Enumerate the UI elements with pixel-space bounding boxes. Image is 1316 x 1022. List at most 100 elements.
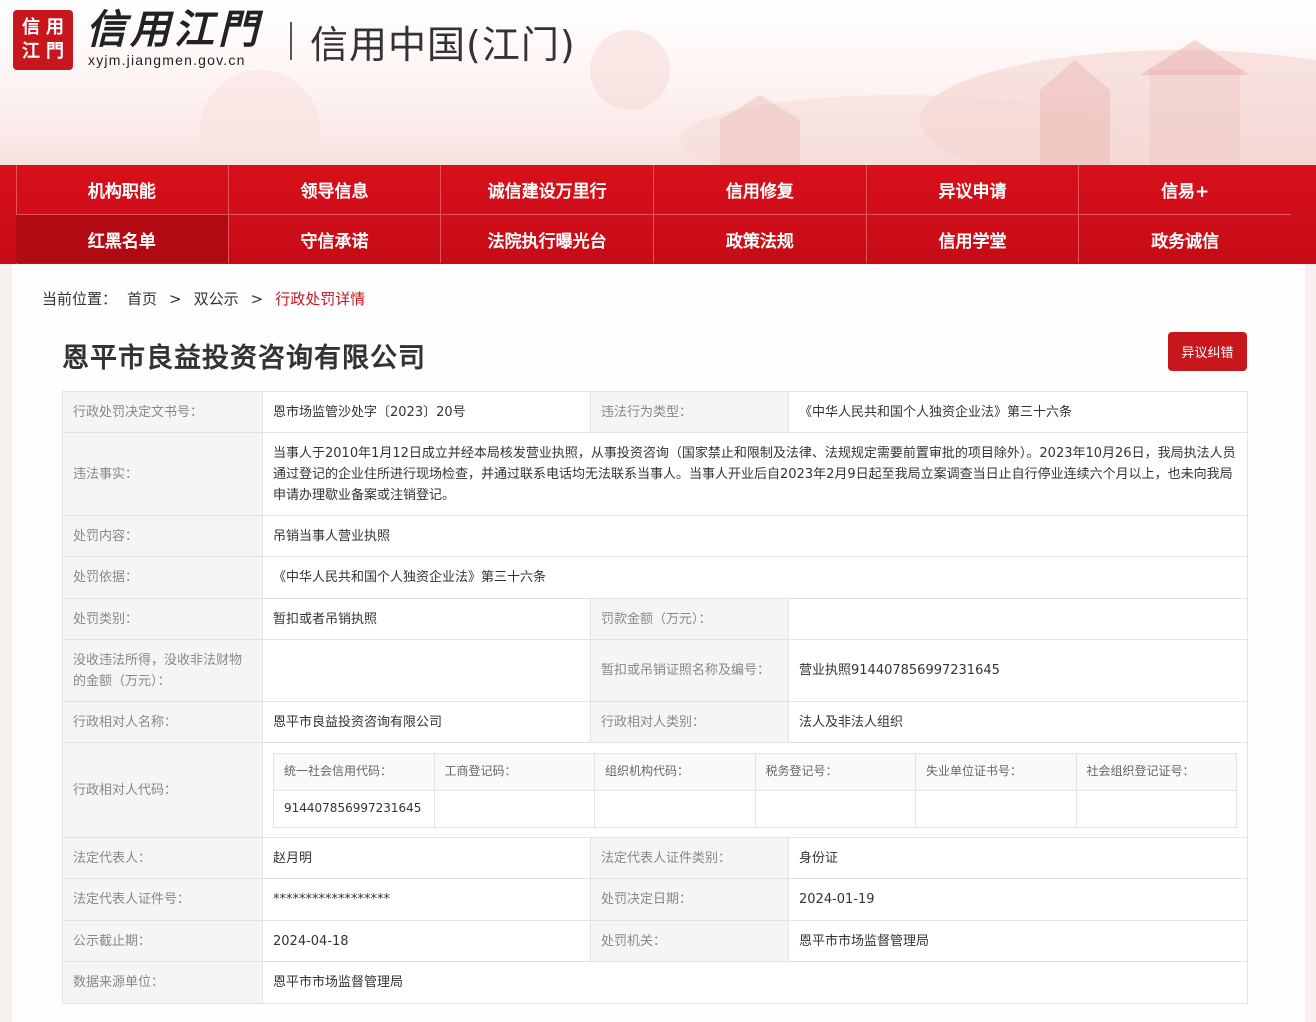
table-row: 处罚类别： 暂扣或者吊销执照 罚款金额（万元）：	[62, 598, 1248, 640]
nav-item-leadership[interactable]: 领导信息	[229, 165, 442, 214]
header-divider	[290, 22, 292, 60]
confiscation-label: 没收违法所得，没收非法财物的金额（万元）：	[62, 639, 263, 702]
basis-label: 处罚依据：	[62, 556, 263, 599]
license-label: 暂扣或吊销证照名称及编号：	[590, 639, 789, 702]
codes-value-row: 914407856997231645	[273, 789, 1237, 828]
legal-rep-id-no-label: 法定代表人证件号：	[62, 878, 263, 921]
nav-item-organization[interactable]: 机构职能	[16, 165, 229, 214]
decision-date-value: 2024-01-19	[788, 878, 1248, 921]
decision-no-value: 恩市场监管沙处字〔2023〕20号	[262, 391, 591, 433]
legal-rep-id-type-value: 身份证	[788, 837, 1248, 879]
content-value: 吊销当事人营业执照	[262, 515, 1248, 557]
logo-domain: xyjm.jiangmen.gov.cn	[88, 52, 246, 68]
facts-label: 违法事实：	[62, 432, 263, 516]
content-label: 处罚内容：	[62, 515, 263, 557]
nav-item-government-integrity[interactable]: 政务诚信	[1079, 215, 1291, 263]
nav-item-credit-repair[interactable]: 信用修复	[654, 165, 867, 214]
code-value	[594, 789, 756, 828]
breadcrumb: 当前位置： 首页 > 双公示 > 行政处罚详情	[42, 288, 365, 309]
legal-rep-value: 赵月明	[262, 837, 591, 879]
breadcrumb-separator: >	[169, 289, 182, 308]
category-label: 处罚类别：	[62, 598, 263, 640]
legal-rep-label: 法定代表人：	[62, 837, 263, 879]
logo-seal-char: 信	[22, 17, 40, 38]
logo-seal-char: 江	[22, 41, 40, 62]
code-header: 组织机构代码：	[594, 752, 756, 791]
fine-value	[788, 598, 1248, 640]
nav-item-objection[interactable]: 异议申请	[867, 165, 1080, 214]
table-row: 行政相对人代码： 统一社会信用代码： 工商登记码： 组织机构代码： 税务登记号：…	[62, 742, 1248, 838]
table-row: 处罚依据： 《中华人民共和国个人独资企业法》第三十六条	[62, 556, 1248, 599]
code-header: 税务登记号：	[754, 752, 916, 791]
fine-label: 罚款金额（万元）：	[590, 598, 789, 640]
breadcrumb-home-link[interactable]: 首页	[127, 288, 157, 309]
nav-row-2: 红黑名单 守信承诺 法院执行曝光台 政策法规 信用学堂 政务诚信	[16, 214, 1291, 263]
code-value	[915, 789, 1077, 828]
logo-name[interactable]: 信用江門	[86, 6, 262, 54]
logo-seal-char: 用	[46, 17, 64, 38]
table-row: 没收违法所得，没收非法财物的金额（万元）： 暂扣或吊销证照名称及编号： 营业执照…	[62, 639, 1248, 702]
party-name-label: 行政相对人名称：	[62, 701, 263, 743]
facts-value: 当事人于2010年1月12日成立并经本局核发营业执照，从事投资咨询（国家禁止和限…	[262, 432, 1248, 516]
table-row: 数据来源单位： 恩平市市场监督管理局	[62, 961, 1248, 1004]
source-label: 数据来源单位：	[62, 961, 263, 1004]
decision-date-label: 处罚决定日期：	[590, 878, 789, 921]
source-value: 恩平市市场监督管理局	[262, 961, 1248, 1004]
party-code-cell: 统一社会信用代码： 工商登记码： 组织机构代码： 税务登记号： 失业单位证书号：…	[262, 742, 1248, 838]
logo-seal-char: 門	[46, 41, 64, 62]
code-header: 失业单位证书号：	[915, 752, 1077, 791]
codes-header-row: 统一社会信用代码： 工商登记码： 组织机构代码： 税务登记号： 失业单位证书号：…	[273, 752, 1237, 791]
code-header: 统一社会信用代码：	[273, 752, 435, 791]
table-row: 违法事实： 当事人于2010年1月12日成立并经本局核发营业执照，从事投资咨询（…	[62, 432, 1248, 516]
publish-end-value: 2024-04-18	[262, 920, 591, 962]
code-value	[1075, 789, 1237, 828]
table-row: 法定代表人证件号： ****************** 处罚决定日期： 202…	[62, 878, 1248, 921]
table-row: 行政处罚决定文书号： 恩市场监管沙处字〔2023〕20号 违法行为类型： 《中华…	[62, 391, 1248, 433]
violation-type-value: 《中华人民共和国个人独资企业法》第三十六条	[788, 391, 1248, 433]
main-content: 当前位置： 首页 > 双公示 > 行政处罚详情 恩平市良益投资咨询有限公司 异议…	[12, 264, 1305, 1022]
breadcrumb-section-link[interactable]: 双公示	[194, 288, 239, 309]
nav-item-xinyi-plus[interactable]: 信易+	[1079, 165, 1291, 214]
breadcrumb-current: 行政处罚详情	[275, 290, 366, 308]
table-row: 公示截止期： 2024-04-18 处罚机关： 恩平市市场监督管理局	[62, 920, 1248, 962]
site-title: 信用中国(江门)	[310, 23, 576, 67]
company-title: 恩平市良益投资咨询有限公司	[62, 343, 426, 374]
nav-item-credit-school[interactable]: 信用学堂	[867, 215, 1080, 263]
category-value: 暂扣或者吊销执照	[262, 598, 591, 640]
code-value: 914407856997231645	[273, 789, 435, 828]
code-header: 社会组织登记证号：	[1075, 752, 1237, 791]
publish-end-label: 公示截止期：	[62, 920, 263, 962]
site-header: 信 用 江 門 信用江門 xyjm.jiangmen.gov.cn 信用中国(江…	[0, 0, 1316, 165]
objection-correction-button[interactable]: 异议纠错	[1168, 332, 1247, 371]
nav-item-court-exposure[interactable]: 法院执行曝光台	[441, 215, 655, 263]
code-value	[754, 789, 916, 828]
nav-item-promise[interactable]: 守信承诺	[229, 215, 442, 263]
violation-type-label: 违法行为类型：	[590, 391, 789, 433]
legal-rep-id-no-value: ******************	[262, 878, 591, 921]
breadcrumb-lead: 当前位置：	[42, 290, 118, 308]
decision-no-label: 行政处罚决定文书号：	[62, 391, 263, 433]
code-value	[433, 789, 595, 828]
authority-label: 处罚机关：	[590, 920, 789, 962]
breadcrumb-separator: >	[250, 289, 264, 308]
party-codes-table: 统一社会信用代码： 工商登记码： 组织机构代码： 税务登记号： 失业单位证书号：…	[273, 752, 1237, 828]
code-header: 工商登记码：	[433, 752, 595, 791]
party-type-label: 行政相对人类别：	[590, 701, 789, 743]
basis-value: 《中华人民共和国个人独资企业法》第三十六条	[262, 556, 1248, 599]
nav-item-red-black-list[interactable]: 红黑名单	[16, 215, 229, 263]
confiscation-value	[262, 639, 591, 702]
table-row: 处罚内容： 吊销当事人营业执照	[62, 515, 1248, 557]
party-name-value: 恩平市良益投资咨询有限公司	[262, 701, 591, 743]
nav-item-policy[interactable]: 政策法规	[654, 215, 867, 263]
party-type-value: 法人及非法人组织	[788, 701, 1248, 743]
license-value: 营业执照914407856997231645	[788, 639, 1248, 702]
table-row: 行政相对人名称： 恩平市良益投资咨询有限公司 行政相对人类别： 法人及非法人组织	[62, 701, 1248, 743]
table-row: 法定代表人： 赵月明 法定代表人证件类别： 身份证	[62, 837, 1248, 879]
logo-seal[interactable]: 信 用 江 門	[13, 10, 73, 70]
penalty-detail-table: 行政处罚决定文书号： 恩市场监管沙处字〔2023〕20号 违法行为类型： 《中华…	[62, 391, 1248, 1004]
nav-row-1: 机构职能 领导信息 诚信建设万里行 信用修复 异议申请 信易+	[16, 165, 1291, 214]
authority-value: 恩平市市场监督管理局	[788, 920, 1248, 962]
nav-item-integrity-campaign[interactable]: 诚信建设万里行	[441, 165, 655, 214]
party-code-label: 行政相对人代码：	[62, 742, 263, 838]
legal-rep-id-type-label: 法定代表人证件类别：	[590, 837, 789, 879]
